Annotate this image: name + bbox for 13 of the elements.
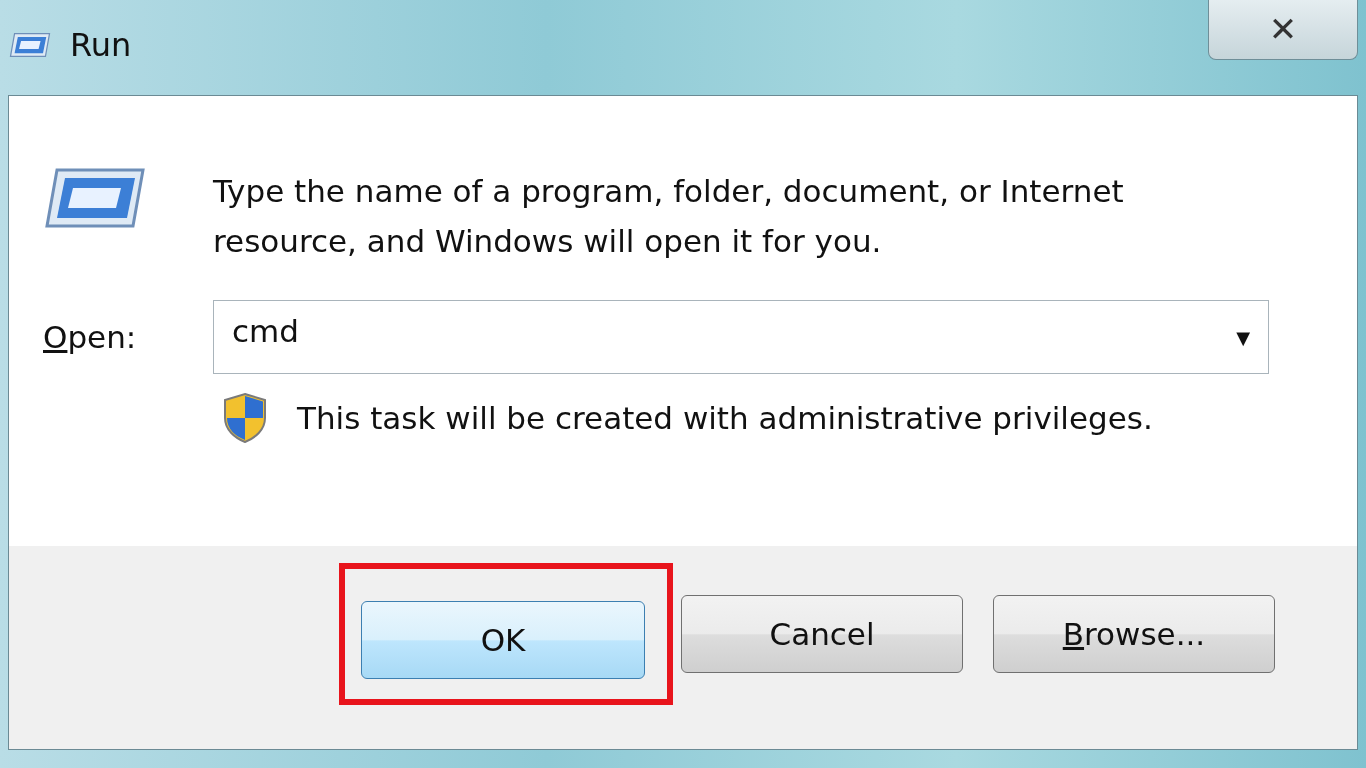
run-icon [8, 32, 52, 58]
close-button[interactable]: ✕ [1208, 0, 1358, 60]
open-label: Open: [43, 319, 138, 355]
dialog-button[interactable]: OK [361, 600, 645, 679]
shield-icon [221, 392, 269, 444]
dropdown-arrow-icon[interactable]: ▼ [1236, 326, 1250, 348]
open-combo-box[interactable]: cmd ▼ [213, 300, 1269, 374]
dialog-button[interactable]: Cancel [681, 594, 963, 673]
admin-notice-text: This task will be created with administrative privileges. [297, 400, 1153, 436]
run-icon [43, 166, 147, 230]
window-title: Run [70, 26, 132, 64]
description-text: Type the name of a program, folder, document, or Internet resource, and Windows will open it for you. [213, 172, 1125, 261]
dialog-button[interactable]: Browse... [993, 594, 1275, 673]
